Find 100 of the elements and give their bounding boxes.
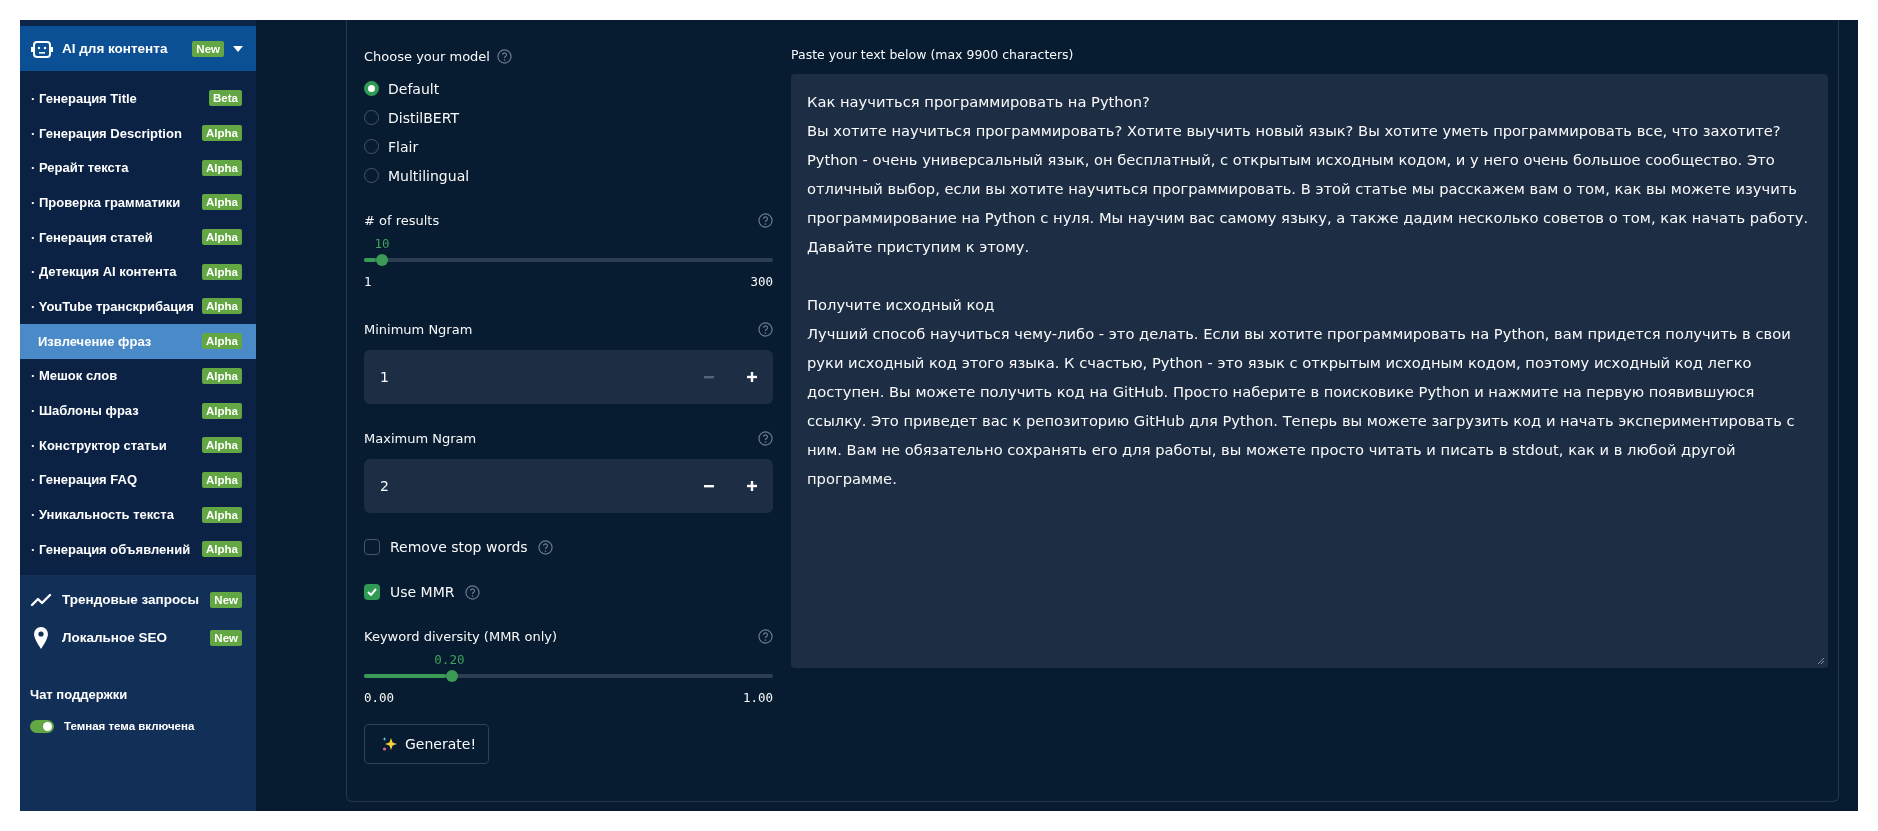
item-label: · Генерация объявлений [31,541,191,557]
sparkle-icon [381,735,398,753]
field-label: Minimum Ngram [364,321,473,337]
field-value: 1 [380,369,390,385]
sidebar-header[interactable]: AI для контента New [20,26,256,71]
item-label: · Генерация статей [31,229,153,245]
radio-option[interactable]: Default [364,74,773,103]
sidebar-item[interactable]: · Генерация объявлений Alpha [20,531,256,567]
status-badge: Alpha [202,402,242,419]
slider-min: 0.00 [364,690,395,705]
item-label: · Генерация Description [31,125,182,141]
section-label: Трендовые запросы [62,592,201,608]
slider-max: 1.00 [742,690,773,705]
option-label: Flair [388,138,419,155]
help-icon[interactable] [758,628,773,644]
new-badge: New [210,591,242,608]
plus-icon[interactable] [746,372,757,382]
sidebar-item[interactable]: · Проверка грамматики Alpha [20,185,256,220]
slider-thumb[interactable] [445,670,458,682]
sidebar-section[interactable]: Трендовые запросы New [20,580,256,619]
status-badge: Alpha [202,125,242,142]
status-badge: Alpha [202,367,242,384]
radio-option[interactable]: Flair [364,132,773,161]
generate-button[interactable]: Generate! [364,724,489,764]
item-label: · Шаблоны фраз [31,403,139,419]
resize-handle-icon[interactable] [1817,657,1825,665]
sidebar-item[interactable]: Извлечение фраз Alpha [20,323,256,359]
option-label: Multilingual [388,167,470,184]
menu-label: AI для контента [62,41,169,56]
status-badge: Alpha [202,263,242,280]
checkbox[interactable] [364,539,380,555]
option-label: Default [388,80,440,97]
status-badge: Alpha [202,229,242,246]
status-badge: Alpha [202,333,242,350]
sidebar-item[interactable]: · Рерайт текста Alpha [20,150,256,186]
radio-option[interactable]: DistilBERT [364,103,773,132]
option-label: DistilBERT [388,109,459,126]
sidebar-item[interactable]: · Генерация статей Alpha [20,219,256,255]
field-label: Maximum Ngram [364,430,477,446]
robot-icon [30,38,54,59]
slider-thumb[interactable] [376,254,389,266]
radio-button[interactable] [364,81,379,96]
item-label: · Конструктор статьи [31,437,167,453]
field-label: # of results [364,212,440,228]
item-label: · Генерация FAQ [31,472,138,488]
item-label: · Генерация Title [31,90,137,106]
sidebar-item[interactable]: · Генерация FAQ Alpha [20,462,256,498]
text-area[interactable]: Как научиться программировать на Python? Вы хотите научиться программировать? Хотите выучить новый язык? Вы хотите уметь программировать все, что захотите? Python - очень универсальный язык, он бесплатный, с открытым исходным кодом, и у него очень большое сообщество. Это отличный выбор, если вы хотите научиться программировать. В этой статье мы расскажем вам о том, как вы можете изучить программирование на Python с нуля. Мы научим вас самому языку, а также дадим несколько советов о том, как начать работу. Давайте приступим к этому. Получите исходный код Лучший способ научиться чему-либо - это делать. Если вы хотите программировать на Python, вам придется получить в свои руки исходный код этого языка. К счастью, Python - это язык с открытым исходным кодом, поэтому исходный код легко доступен. Вы можете получить код на GitHub. Просто наберите в поисковике Python и нажмите на первую появившуюся ссылку. Это приведет вас к репозиторию GitHub для Python. Теперь вы можете загрузить код и начать экспериментировать с ним. Вам не обязательно сохранять его для работы, вы можете просто читать и писать в stdout, как и в любой другой программе. [791,74,1828,668]
checkbox[interactable] [364,584,380,600]
item-label: · YouTube транскрибация [31,298,194,314]
checkbox-label: Use MMR [390,584,455,600]
number-field[interactable]: 1 [364,350,773,404]
radio-option[interactable]: Multilingual [364,161,773,190]
toggle-label: Темная тема включена [64,720,195,733]
help-icon[interactable] [758,321,773,337]
sidebar-item[interactable]: · Мешок слов Alpha [20,358,256,394]
number-field[interactable]: 2 [364,459,773,513]
sidebar-item[interactable]: · Детекция AI контента Alpha [20,254,256,290]
item-label: · Детекция AI контента [31,264,177,280]
slider-value: 0.20 [434,652,465,667]
toggle-switch[interactable] [30,719,54,733]
item-label: · Проверка грамматики [31,194,181,210]
minus-icon[interactable] [703,484,714,488]
field-label: Paste your text below (max 9900 characters) [791,47,1075,62]
status-badge: Alpha [202,298,242,315]
item-label: Извлечение фраз [38,333,152,349]
status-badge: Alpha [202,506,242,523]
sidebar-item[interactable]: · Генерация Description Alpha [20,115,256,151]
field-label: Keyword diversity (MMR only) [364,628,558,644]
status-badge: Beta [209,90,242,107]
field-value: 2 [380,478,390,494]
new-badge: New [210,629,242,646]
sidebar-item[interactable]: · Конструктор статьи Alpha [20,427,256,463]
slider-min: 1 [364,274,372,289]
field-label: Choose your model [364,48,490,64]
status-badge: Alpha [202,471,242,488]
slider-max: 300 [750,274,773,289]
sidebar-item[interactable]: · Уникальность текста Alpha [20,497,256,532]
trend-line-icon [30,592,52,607]
plus-icon[interactable] [746,481,757,491]
sidebar-item[interactable]: · Шаблоны фраз Alpha [20,393,256,428]
item-label: · Уникальность текста [31,507,174,523]
check-icon [367,588,377,596]
sidebar-item[interactable]: · YouTube транскрибация Alpha [20,289,256,324]
status-badge: Alpha [202,541,242,558]
help-icon[interactable] [758,212,773,228]
sidebar-item[interactable]: · Генерация Title Beta [20,81,256,116]
new-badge: New [192,40,224,57]
status-badge: Alpha [202,194,242,211]
status-badge: Alpha [202,159,242,176]
slider-value: 10 [374,236,390,251]
sidebar-section[interactable]: Локальное SEO New [20,618,256,657]
item-label: · Рерайт текста [31,160,129,176]
status-badge: Alpha [202,437,242,454]
item-label: · Мешок слов [31,368,118,384]
help-icon[interactable] [464,584,480,600]
help-icon[interactable] [537,539,553,555]
help-icon[interactable] [758,430,773,446]
help-icon[interactable] [497,48,512,64]
section-label: Локальное SEO [62,630,169,646]
